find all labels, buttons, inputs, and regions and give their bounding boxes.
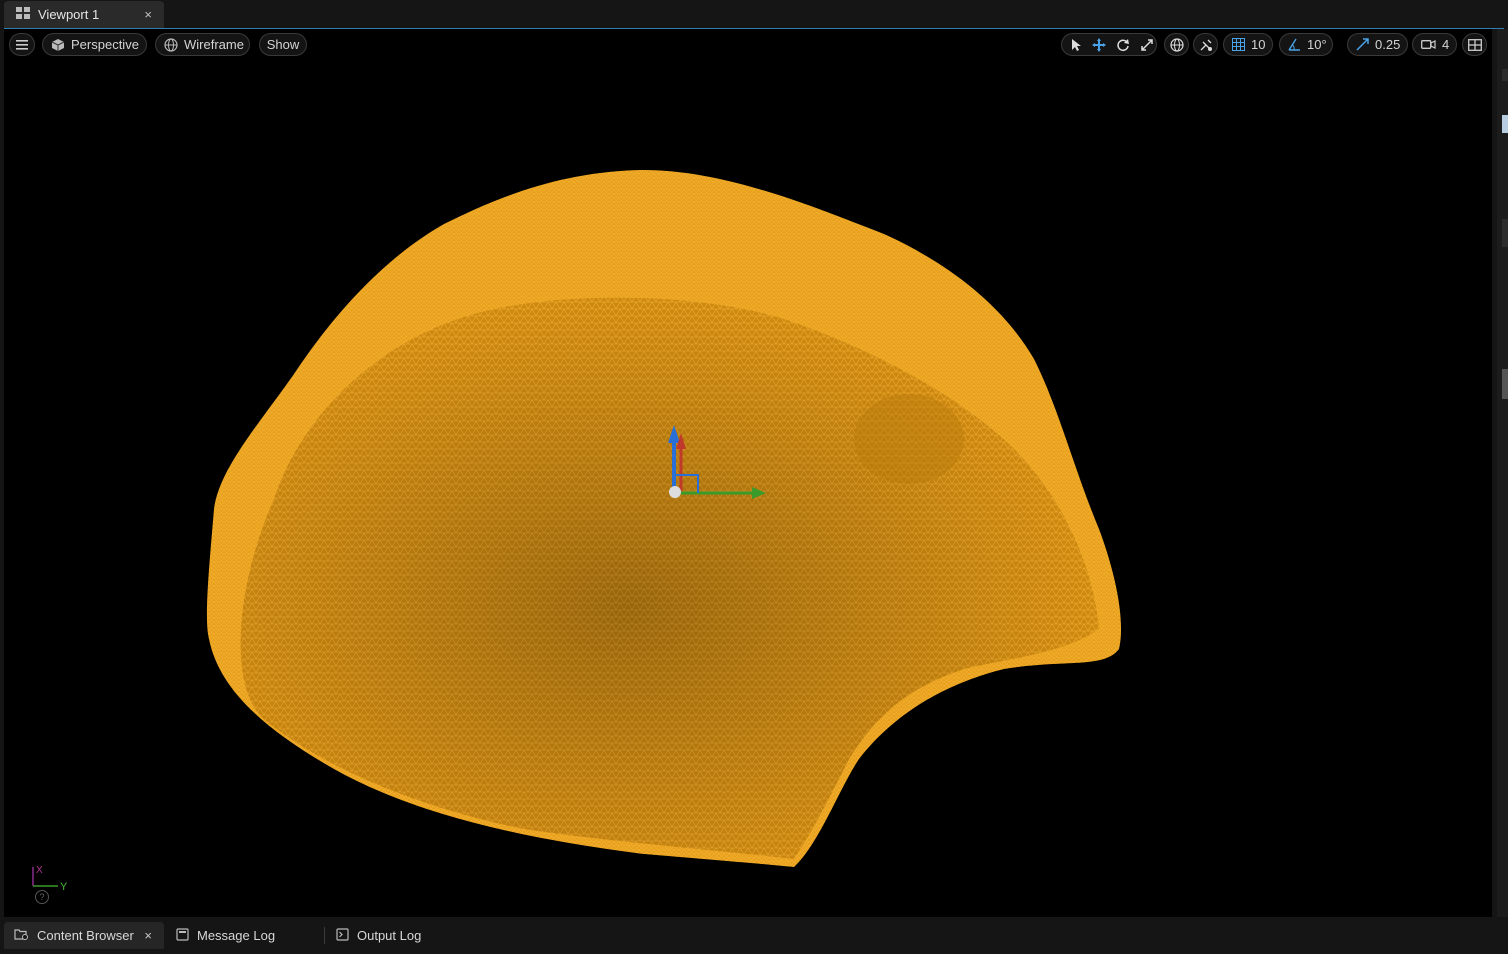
- surface-snap-icon: [1199, 38, 1213, 52]
- hamburger-icon: [16, 39, 28, 50]
- scale-snap-icon: [1356, 38, 1369, 51]
- viewport-toolbar: Perspective Wireframe Show 10 10° 0.25 4: [4, 29, 1492, 57]
- scale-icon[interactable]: [1140, 38, 1154, 52]
- bottom-dock-bar: Content Browser × Message Log Output Log: [0, 918, 1508, 954]
- transform-tools-group: [1061, 33, 1157, 56]
- move-icon[interactable]: [1092, 37, 1106, 52]
- axis-y-label: Y: [60, 881, 68, 893]
- axis-x-label: X: [36, 865, 43, 876]
- right-panel-edge: [1497, 29, 1508, 917]
- content-browser-icon: [14, 928, 29, 944]
- tab-output-log[interactable]: Output Log: [326, 922, 476, 949]
- output-log-label: Output Log: [357, 928, 422, 943]
- scale-snap-button[interactable]: 0.25: [1347, 33, 1408, 56]
- perspective-label: Perspective: [71, 37, 139, 52]
- globe-icon: [164, 37, 178, 52]
- perspective-button[interactable]: Perspective: [42, 33, 147, 56]
- select-cursor-icon[interactable]: [1070, 38, 1082, 52]
- transform-gizmo[interactable]: [654, 419, 774, 509]
- content-browser-close-icon[interactable]: ×: [144, 928, 152, 943]
- scale-snap-value: 0.25: [1375, 37, 1401, 52]
- tab-message-log[interactable]: Message Log: [166, 922, 316, 949]
- camera-icon: [1421, 39, 1436, 50]
- rotation-snap-button[interactable]: 10°: [1279, 33, 1333, 56]
- viewport[interactable]: Perspective Wireframe Show 10 10° 0.25 4…: [4, 29, 1492, 917]
- tab-bar: Viewport 1 ×: [0, 0, 1508, 28]
- gizmo-y-arrow: [752, 487, 766, 499]
- angle-icon: [1288, 38, 1301, 51]
- world-globe-icon: [1169, 37, 1184, 52]
- tab-divider: [324, 927, 325, 944]
- viewport-layout-icon: [16, 7, 30, 22]
- wireframe-button[interactable]: Wireframe: [155, 33, 250, 56]
- output-log-icon: [336, 927, 349, 944]
- wireframe-label: Wireframe: [184, 37, 244, 52]
- show-label: Show: [266, 37, 300, 52]
- tab-content-browser[interactable]: Content Browser ×: [4, 922, 164, 949]
- layout-grid-icon: [1467, 38, 1482, 51]
- cube-icon: [51, 38, 65, 52]
- help-icon[interactable]: ?: [35, 890, 49, 904]
- camera-speed-value: 4: [1442, 37, 1450, 52]
- gizmo-z-arrow: [668, 425, 680, 443]
- viewport-layout-button[interactable]: [1462, 33, 1487, 56]
- message-log-icon: [176, 927, 189, 944]
- content-browser-label: Content Browser: [37, 928, 134, 943]
- world-local-button[interactable]: [1164, 33, 1189, 56]
- surface-snap-button[interactable]: [1193, 33, 1218, 56]
- tab-title: Viewport 1: [38, 7, 100, 22]
- grid-snap-value: 10: [1251, 37, 1266, 52]
- show-button[interactable]: Show: [259, 33, 307, 56]
- gizmo-center-handle: [669, 486, 681, 498]
- grid-icon: [1232, 38, 1245, 51]
- message-log-label: Message Log: [197, 928, 276, 943]
- tab-viewport-1[interactable]: Viewport 1 ×: [4, 1, 164, 28]
- grid-snap-button[interactable]: 10: [1223, 33, 1273, 56]
- viewport-menu-button[interactable]: [9, 33, 35, 56]
- rotate-icon[interactable]: [1116, 38, 1130, 52]
- tab-close-icon[interactable]: ×: [144, 7, 152, 22]
- rotation-snap-value: 10°: [1307, 37, 1327, 52]
- camera-speed-button[interactable]: 4: [1412, 33, 1457, 56]
